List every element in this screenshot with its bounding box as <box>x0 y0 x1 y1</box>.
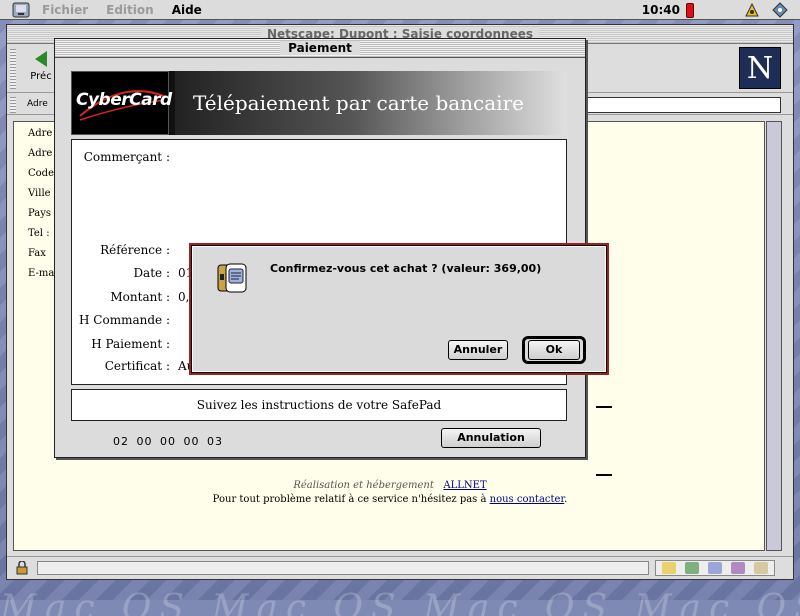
field-certificat-label: Certificat : <box>104 359 170 373</box>
toolbar-grip[interactable] <box>10 49 16 89</box>
contact-link[interactable]: nous contacter <box>490 494 564 505</box>
back-button-label: Préc <box>30 71 52 82</box>
safepad-instructions: Suivez les instructions de votre SafePad <box>71 389 567 421</box>
apple-menu-icon[interactable] <box>12 2 32 18</box>
field-commercant-label: Commerçant : <box>83 150 170 164</box>
desktop-watermark: Mac OS Mac OS Mac OS Mac OS Mac OS Mac O… <box>0 588 800 616</box>
confirm-dialog: Confirmez-vous cet achat ? (valeur: 369,… <box>191 245 607 373</box>
location-label: Adre <box>27 99 48 109</box>
side-label: Fax <box>28 248 46 259</box>
composer-icon[interactable] <box>730 562 745 574</box>
menu-aide[interactable]: Aide <box>172 3 202 17</box>
edit-icon[interactable] <box>753 562 768 574</box>
menu-clock[interactable]: 10:40 <box>642 3 680 17</box>
navigator-icon[interactable] <box>662 562 677 574</box>
cybercard-header: CyberCard Télépaiement par carte bancair… <box>71 71 567 135</box>
annulation-button[interactable]: Annulation <box>441 428 541 448</box>
payment-banner: Télépaiement par carte bancaire <box>175 71 567 135</box>
form-side-labels: Adre Adre Code Ville Pays Tel : Fax E-ma <box>28 128 54 288</box>
discussion-icon[interactable] <box>707 562 722 574</box>
battery-icon[interactable] <box>686 2 694 18</box>
back-arrow-icon <box>35 51 47 67</box>
status-bar <box>7 556 793 578</box>
location-grip[interactable] <box>10 97 16 113</box>
side-label: E-ma <box>28 268 55 279</box>
annuler-button[interactable]: Annuler <box>448 340 508 360</box>
side-label: Tel : <box>28 228 50 239</box>
help-icon[interactable] <box>772 2 788 18</box>
location-input[interactable] <box>583 97 781 113</box>
divider-line <box>596 406 612 408</box>
side-label: Code <box>28 168 54 179</box>
field-hpaiement-label: H Paiement : <box>91 337 170 351</box>
menu-fichier[interactable]: Fichier <box>42 3 88 17</box>
security-lock-icon[interactable] <box>15 560 31 575</box>
component-bar <box>655 560 775 576</box>
cybercard-logo-text: CyberCard <box>76 90 172 110</box>
payment-title: Paiement <box>280 41 360 55</box>
field-montant-label: Montant : <box>110 290 170 304</box>
field-hcommande-label: H Commande : <box>79 313 170 327</box>
divider-line <box>596 474 612 476</box>
side-label: Pays <box>28 208 52 219</box>
ok-button[interactable]: Ok <box>528 340 580 360</box>
side-label: Adre <box>28 148 53 159</box>
footer-credits: Réalisation et hébergement ALLNET <box>14 480 766 491</box>
payment-titlebar[interactable]: Paiement <box>55 39 585 58</box>
default-button-ring: Ok <box>522 336 586 364</box>
side-label: Adre <box>28 128 53 139</box>
transaction-code: 02 00 00 00 03 <box>113 435 223 448</box>
field-date-label: Date : <box>133 266 170 280</box>
menu-edition[interactable]: Edition <box>106 3 154 17</box>
side-label: Ville <box>28 188 51 199</box>
footer-contact: Pour tout problème relatif à ce service … <box>14 494 766 505</box>
footer-contact-suffix: . <box>564 494 568 505</box>
vertical-scrollbar[interactable] <box>766 121 782 551</box>
safepad-device-icon <box>216 262 250 294</box>
mail-icon[interactable] <box>685 562 700 574</box>
field-reference-label: Référence : <box>100 243 170 257</box>
confirm-message: Confirmez-vous cet achat ? (valeur: 369,… <box>270 262 542 275</box>
script-icon[interactable] <box>744 2 760 18</box>
footer-credits-text: Réalisation et hébergement <box>293 480 434 491</box>
menu-bar: Fichier Edition Aide 10:40 <box>0 0 800 20</box>
status-message-field <box>37 561 649 575</box>
footer-contact-text: Pour tout problème relatif à ce service … <box>212 494 487 505</box>
netscape-logo[interactable]: N <box>739 47 781 89</box>
cybercard-logo: CyberCard <box>71 71 172 135</box>
allnet-link[interactable]: ALLNET <box>443 480 486 491</box>
